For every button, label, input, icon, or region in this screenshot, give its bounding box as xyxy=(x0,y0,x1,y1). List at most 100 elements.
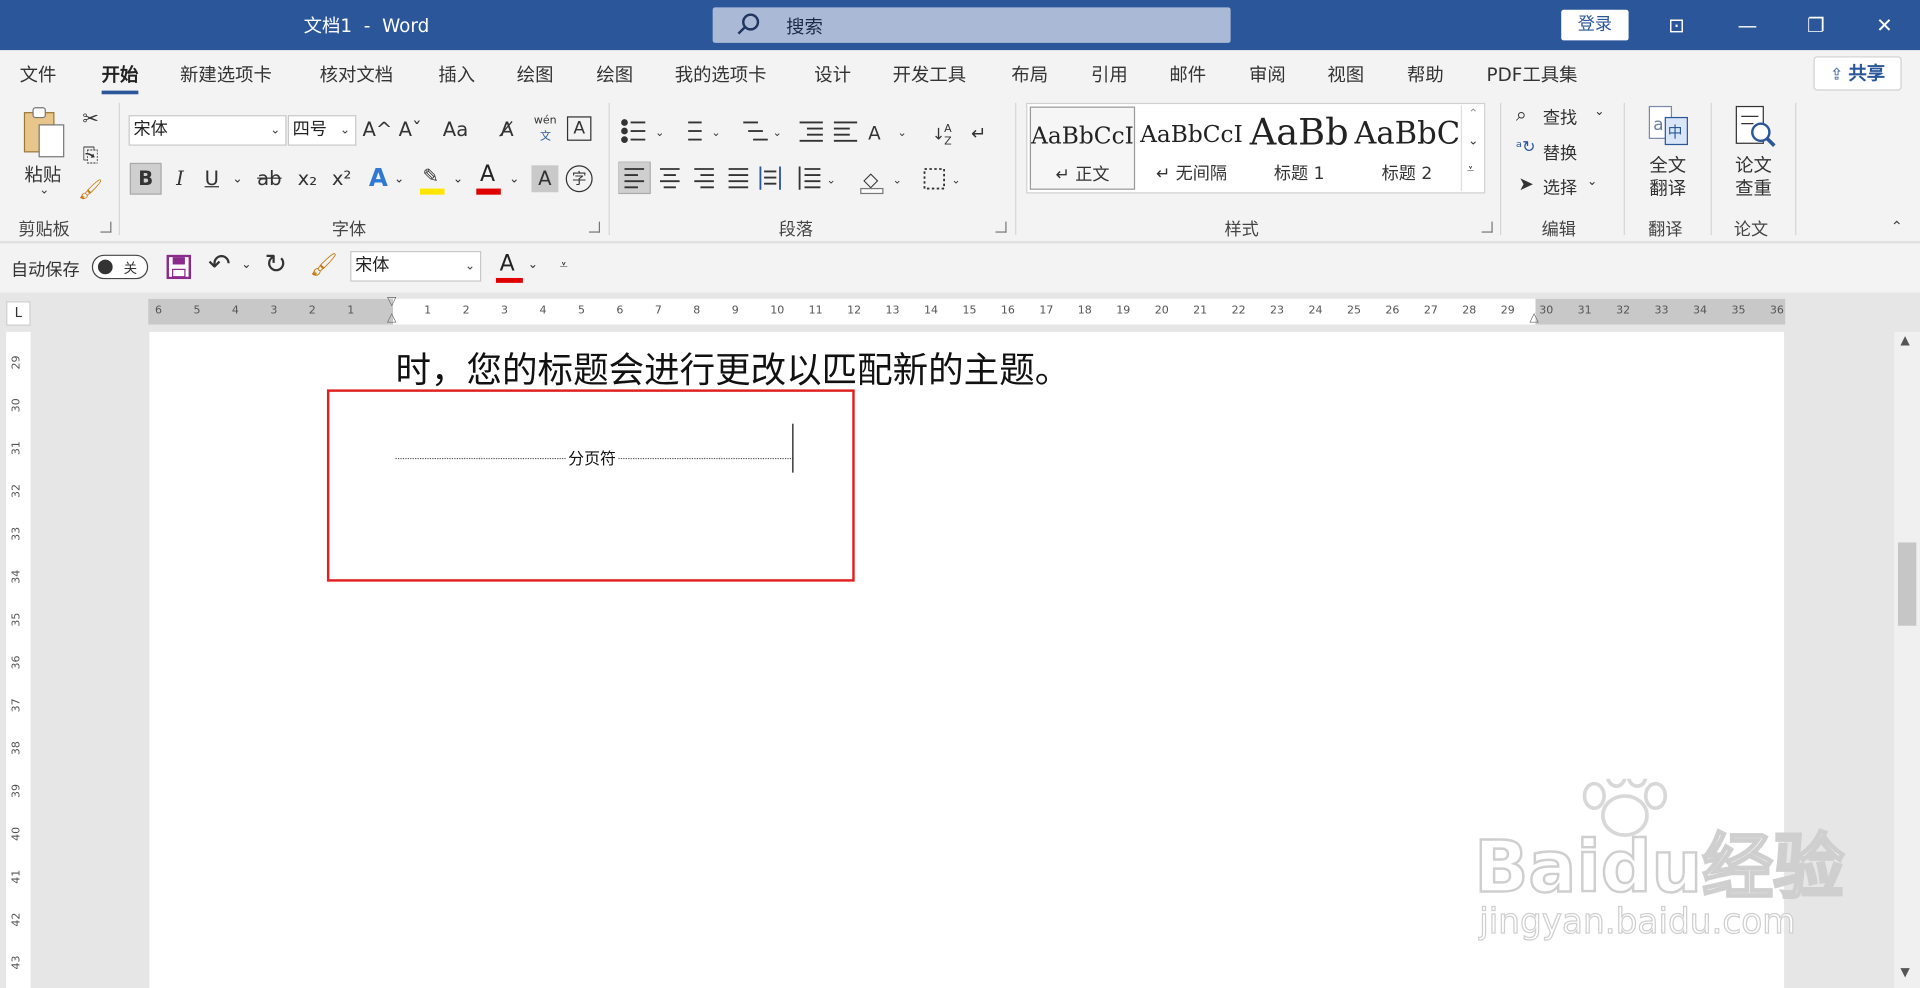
tab-check-doc[interactable]: 核对文档 xyxy=(320,61,393,87)
chevron-up-icon[interactable]: ⌃ xyxy=(1468,108,1478,121)
tab-design[interactable]: 设计 xyxy=(814,61,851,87)
paragraph-row2-icons[interactable]: ⌄ ◇ ⌄ ⌄ xyxy=(618,161,973,199)
copy-icon[interactable]: ⎘ xyxy=(76,142,105,169)
search-box[interactable]: 搜索 xyxy=(712,7,1231,43)
replace-button[interactable]: ᵃ↻ 替换 xyxy=(1516,138,1614,165)
paste-icon xyxy=(23,107,65,158)
clipboard-launcher-icon[interactable] xyxy=(100,221,112,233)
tab-review[interactable]: 审阅 xyxy=(1249,61,1286,87)
expand-gallery-icon[interactable]: ⩡ xyxy=(1467,163,1474,176)
chevron-down-icon[interactable]: ⌄ xyxy=(451,167,466,194)
share-button[interactable]: ⇪ 共享 xyxy=(1813,56,1902,91)
styles-launcher-icon[interactable] xyxy=(1481,221,1493,233)
autosave-toggle[interactable]: 关 xyxy=(91,254,149,280)
collapse-ribbon-icon[interactable]: ⌃ xyxy=(1891,218,1903,235)
tab-selector[interactable]: L xyxy=(6,301,31,326)
tab-help[interactable]: 帮助 xyxy=(1407,61,1444,87)
grow-font-icon[interactable]: A^ xyxy=(362,116,392,143)
redo-icon[interactable]: ↻ xyxy=(264,250,287,281)
paper-check-button[interactable]: 论文 查重 xyxy=(1724,103,1783,206)
svg-text:⌄: ⌄ xyxy=(827,174,836,187)
scroll-thumb[interactable] xyxy=(1897,542,1917,626)
tab-home[interactable]: 开始 xyxy=(101,61,139,95)
phonetic-guide-icon[interactable]: wén 文 xyxy=(534,115,557,143)
tab-draw-1[interactable]: 绘图 xyxy=(517,61,554,87)
chevron-down-icon[interactable]: ⌄ xyxy=(241,258,251,271)
styles-scroll[interactable]: ⌃ ⌄ ⩡ xyxy=(1460,105,1484,192)
clear-format-icon[interactable]: A̸ xyxy=(493,116,520,143)
document-page[interactable]: 时，您的标题会进行更改以匹配新的主题。 分页符 Baidu经验 jingyan.… xyxy=(149,331,1845,988)
qat-font-color-button[interactable]: A xyxy=(495,249,523,283)
font-size-select[interactable]: 四号 ⌄ xyxy=(287,115,357,146)
paragraph-launcher-icon[interactable] xyxy=(995,221,1007,233)
select-label: 选择 xyxy=(1542,178,1578,199)
select-button[interactable]: ➤ 选择 ⌄ xyxy=(1516,173,1614,200)
customize-qat-icon[interactable]: ⩡ xyxy=(560,256,568,274)
tab-draw-2[interactable]: 绘图 xyxy=(596,61,633,87)
tab-my-tab[interactable]: 我的选项卡 xyxy=(675,61,767,87)
enclose-char-button[interactable]: 字 xyxy=(565,165,593,193)
char-shading-button[interactable]: A xyxy=(531,165,559,193)
chevron-down-icon[interactable]: ⌄ xyxy=(230,167,245,194)
style-heading-2[interactable]: AaBbC 标题 2 xyxy=(1354,106,1460,190)
change-case-icon[interactable]: Aa xyxy=(435,116,477,143)
right-indent-marker[interactable]: △ xyxy=(1529,311,1538,324)
tab-mailings[interactable]: 邮件 xyxy=(1169,61,1206,87)
minimize-button[interactable]: — xyxy=(1719,0,1775,50)
ribbon-display-button[interactable]: ⊡ xyxy=(1648,0,1704,50)
tab-view[interactable]: 视图 xyxy=(1327,61,1364,87)
find-button[interactable]: ⌕ 查找 ⌄ xyxy=(1516,103,1614,130)
subscript-button[interactable]: x₂ xyxy=(294,165,321,192)
document-title: 文档1 - Word xyxy=(303,14,430,37)
tab-insert[interactable]: 插入 xyxy=(438,61,475,87)
tab-references[interactable]: 引用 xyxy=(1091,61,1128,87)
italic-button[interactable]: I xyxy=(169,165,191,192)
highlight-button[interactable]: ✎ xyxy=(420,164,447,196)
cut-icon[interactable]: ✂ xyxy=(76,105,105,132)
login-button[interactable]: 登录 xyxy=(1561,9,1629,41)
vertical-ruler[interactable]: 29 30 31 32 33 34 35 36 37 38 39 40 41 42 43 xyxy=(6,331,31,988)
save-icon[interactable] xyxy=(166,254,192,280)
close-button[interactable]: ✕ xyxy=(1856,0,1912,50)
paste-button[interactable]: 粘贴 ⌄ xyxy=(15,103,74,203)
scroll-down-arrow[interactable]: ▼ xyxy=(1900,966,1909,979)
hanging-indent-marker[interactable]: △ xyxy=(387,311,396,324)
underline-button[interactable]: U xyxy=(201,165,223,192)
svg-text:◇: ◇ xyxy=(863,168,878,191)
undo-icon[interactable]: ↶ xyxy=(208,250,231,281)
chevron-down-icon[interactable]: ⌄ xyxy=(528,258,538,271)
first-line-indent-marker[interactable]: ▽ xyxy=(387,295,396,308)
full-translate-button[interactable]: a 中 全文 翻译 xyxy=(1638,103,1697,206)
style-normal[interactable]: AaBbCcI ↵ 正文 xyxy=(1029,106,1136,190)
tab-pdf-tools[interactable]: PDF工具集 xyxy=(1487,61,1578,87)
vertical-scrollbar[interactable]: ▲ ▼ xyxy=(1894,331,1920,988)
horizontal-ruler[interactable]: 6 5 4 3 2 1 1 2 3 4 5 6 7 8 9 10 11 12 13 14 15 16 17 18 19 20 21 2… xyxy=(148,295,1786,325)
chevron-down-icon[interactable]: ⌄ xyxy=(507,167,522,194)
strikethrough-button[interactable]: ab xyxy=(255,165,284,192)
restore-button[interactable]: ❐ xyxy=(1788,0,1844,50)
tab-file[interactable]: 文件 xyxy=(20,61,57,87)
superscript-button[interactable]: x² xyxy=(328,165,355,192)
font-name-select[interactable]: 宋体 ⌄ xyxy=(128,115,287,146)
style-heading-1[interactable]: AaBb 标题 1 xyxy=(1246,106,1352,190)
chevron-down-icon[interactable]: ⌄ xyxy=(392,167,407,194)
format-painter-icon[interactable]: 🖌 xyxy=(310,252,338,278)
tab-developer[interactable]: 开发工具 xyxy=(893,61,966,87)
text-effects-icon[interactable]: A xyxy=(365,164,392,191)
format-painter-icon[interactable]: 🖌 xyxy=(76,176,105,203)
tab-layout[interactable]: 布局 xyxy=(1011,61,1048,87)
scroll-up-arrow[interactable]: ▲ xyxy=(1900,334,1909,347)
group-divider xyxy=(118,102,121,236)
qat-font-select[interactable]: 宋体 ⌄ xyxy=(350,251,482,282)
bold-button[interactable]: B xyxy=(129,162,162,195)
shrink-font-icon[interactable]: Aˇ xyxy=(397,116,424,143)
chevron-down-icon[interactable]: ⌄ xyxy=(1468,135,1478,148)
font-name-value: 宋体 xyxy=(133,120,168,140)
font-launcher-icon[interactable] xyxy=(588,221,601,233)
font-color-button[interactable]: A xyxy=(476,162,503,196)
tab-new-tab[interactable]: 新建选项卡 xyxy=(180,61,272,87)
char-border-icon[interactable]: A xyxy=(566,116,592,141)
svg-text:⌄: ⌄ xyxy=(951,174,960,187)
style-no-spacing[interactable]: AaBbCcI ↵ 无间隔 xyxy=(1138,106,1245,190)
paragraph-row1-icons[interactable]: ⌄ ⌄ ⌄ A ⌄ ↓ A Z ↵ xyxy=(621,118,1001,147)
